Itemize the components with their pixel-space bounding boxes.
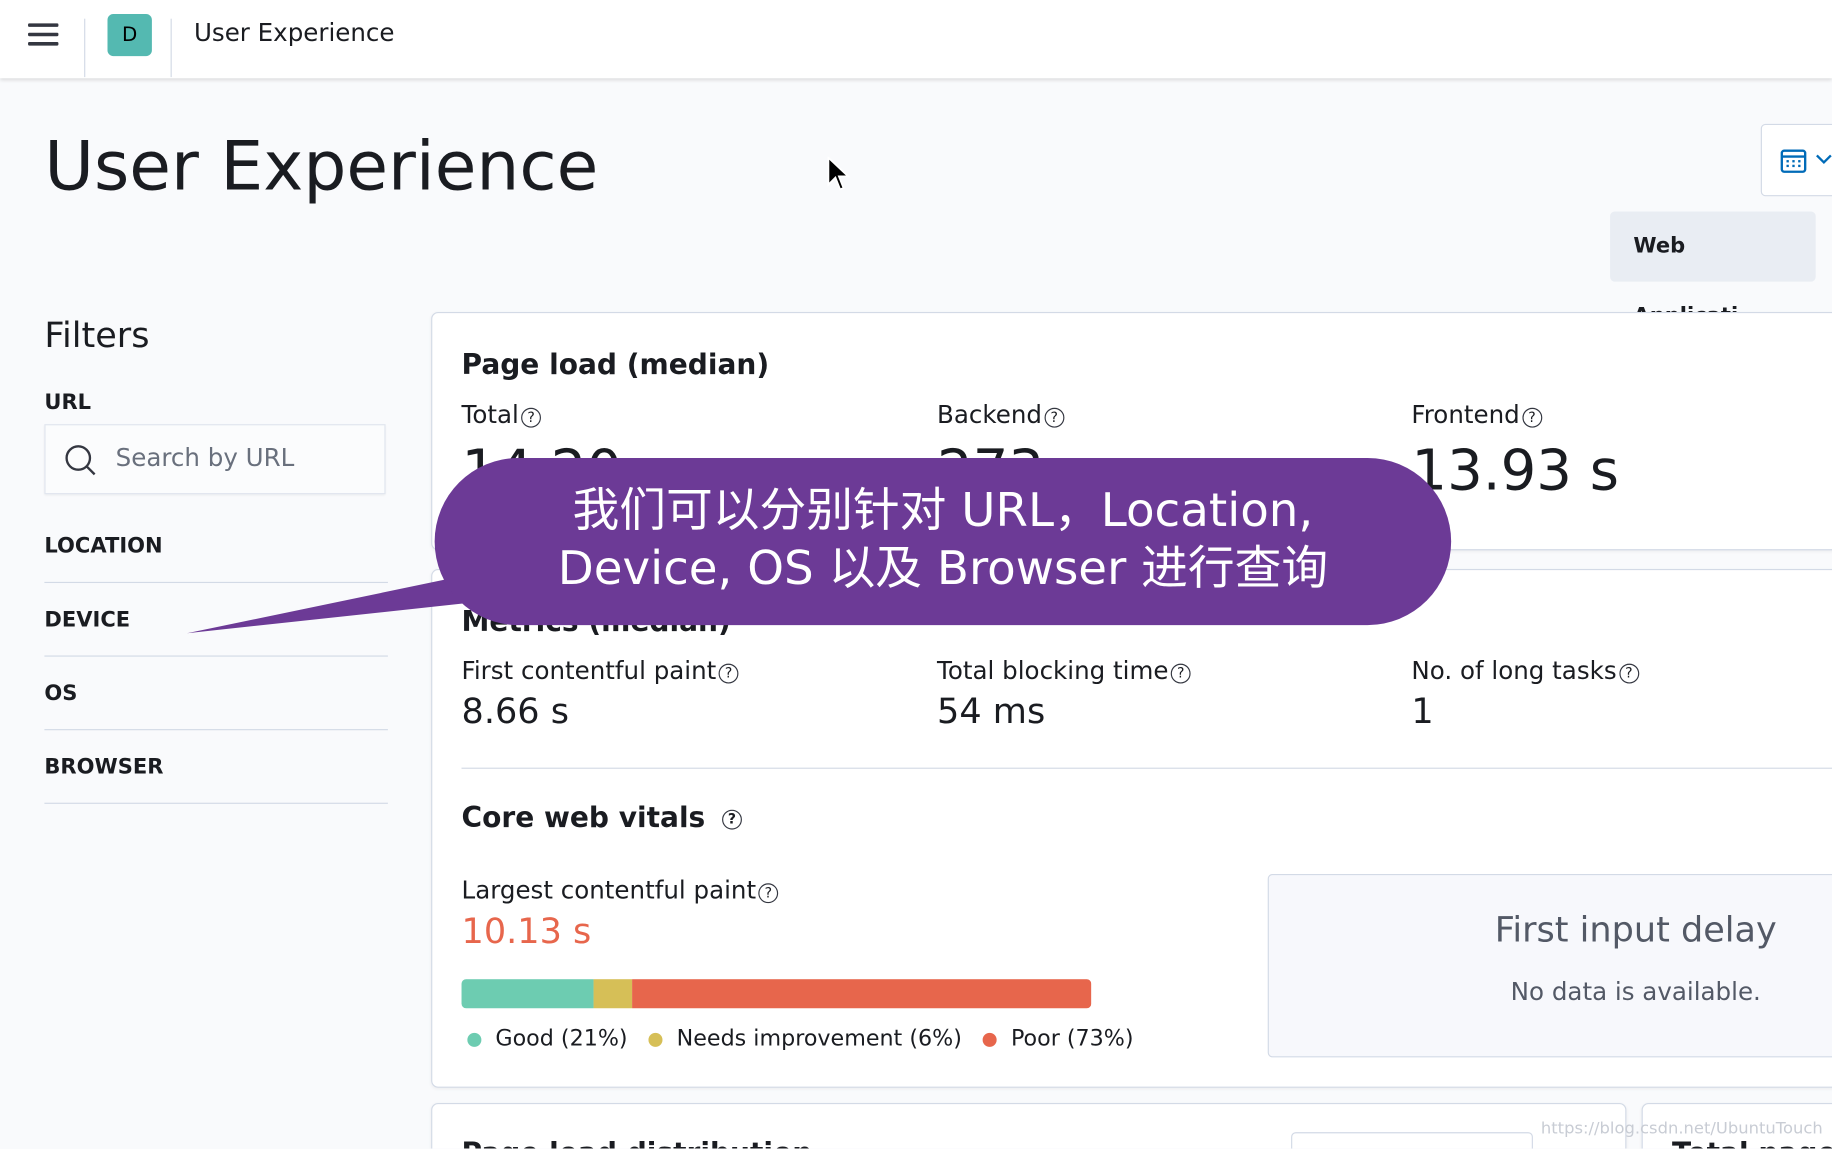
help-icon[interactable]: ? [1522,407,1542,428]
metric-label: Total blocking time [937,656,1169,685]
calendar-icon [1780,149,1807,173]
watermark: https://blog.csdn.net/UbuntuTouch [1540,1119,1823,1139]
top-bar: D User Experience [0,0,1832,79]
search-placeholder: Search by URL [115,443,295,473]
bar-segment [593,979,632,1009]
legend-item: Poor (73%) [982,1025,1134,1052]
metric-value: 8.66 s [461,691,569,733]
total-page-views-title: Total page views [1672,1137,1832,1149]
fid-empty-message: No data is available. [1510,977,1761,1006]
metric-label: No. of long tasks [1411,656,1617,685]
metric-label: Frontend [1411,400,1520,429]
page-load-title: Page load (median) [461,348,770,381]
date-picker-button[interactable] [1760,123,1832,197]
cursor-icon [827,155,851,197]
page-title: User Experience [44,126,599,206]
annotation-callout: 我们可以分别针对 URL，Location, Device, OS 以及 Bro… [434,458,1452,626]
menu-icon[interactable] [28,23,59,46]
legend-dot-icon [648,1032,663,1047]
divider [170,18,172,78]
search-icon [65,445,96,476]
legend-dot-icon [982,1032,997,1047]
bar-segment [631,979,1092,1009]
first-input-delay-panel: First input delay No data is available. [1267,873,1832,1058]
page-load-distribution-panel: Page load distribution [431,1102,1627,1149]
lcp-legend: Good (21%) Needs improvement (6%) Poor (73… [467,1025,1134,1052]
chevron-down-icon [1816,154,1832,165]
filters-title: Filters [44,315,150,357]
filter-os[interactable]: OS [44,657,388,731]
legend-dot-icon [467,1032,482,1047]
legend-item: Good (21%) [467,1025,628,1052]
metric-value: 54 ms [937,691,1046,733]
legend-label: Needs improvement (6%) [676,1025,962,1052]
bar-segment [461,979,594,1009]
lcp-distribution-bar [461,979,1092,1009]
metrics-panel: Metrics (median) First contentful paint?… [431,569,1832,1088]
divider [84,18,86,78]
help-icon[interactable]: ? [722,809,742,829]
help-icon[interactable]: ? [718,663,739,684]
divider [461,767,1832,769]
metric-label: Backend [937,400,1042,429]
legend-item: Needs improvement (6%) [648,1025,962,1052]
url-search-input[interactable]: Search by URL [44,424,386,495]
help-icon[interactable]: ? [1170,663,1191,684]
help-icon[interactable]: ? [521,407,542,428]
legend-label: Poor (73%) [1010,1025,1134,1052]
metric-label: Total [461,400,519,429]
metric-value: 1 [1411,691,1434,733]
metric-label: First contentful paint [461,656,717,685]
annotation-line: 我们可以分别针对 URL，Location, [572,483,1314,538]
url-label: URL [44,390,92,415]
help-icon[interactable]: ? [1044,407,1065,428]
breadcrumb[interactable]: User Experience [194,19,395,47]
filter-browser[interactable]: BROWSER [44,730,388,804]
fid-title: First input delay [1494,910,1777,952]
annotation-line: Device, OS 以及 Browser 进行查询 [557,542,1329,596]
legend-label: Good (21%) [495,1025,628,1052]
page-load-distribution-title: Page load distribution [462,1137,813,1149]
space-avatar[interactable]: D [107,14,152,57]
lcp-value: 10.13 s [461,911,592,953]
service-select-button[interactable]: Web Applicati... [1610,211,1816,328]
help-icon[interactable]: ? [758,883,779,904]
lcp-label: Largest contentful paint [461,876,757,905]
breakdown-select[interactable] [1291,1132,1533,1149]
help-icon[interactable]: ? [1618,663,1639,684]
core-web-vitals-title: Core web vitals [461,801,706,835]
